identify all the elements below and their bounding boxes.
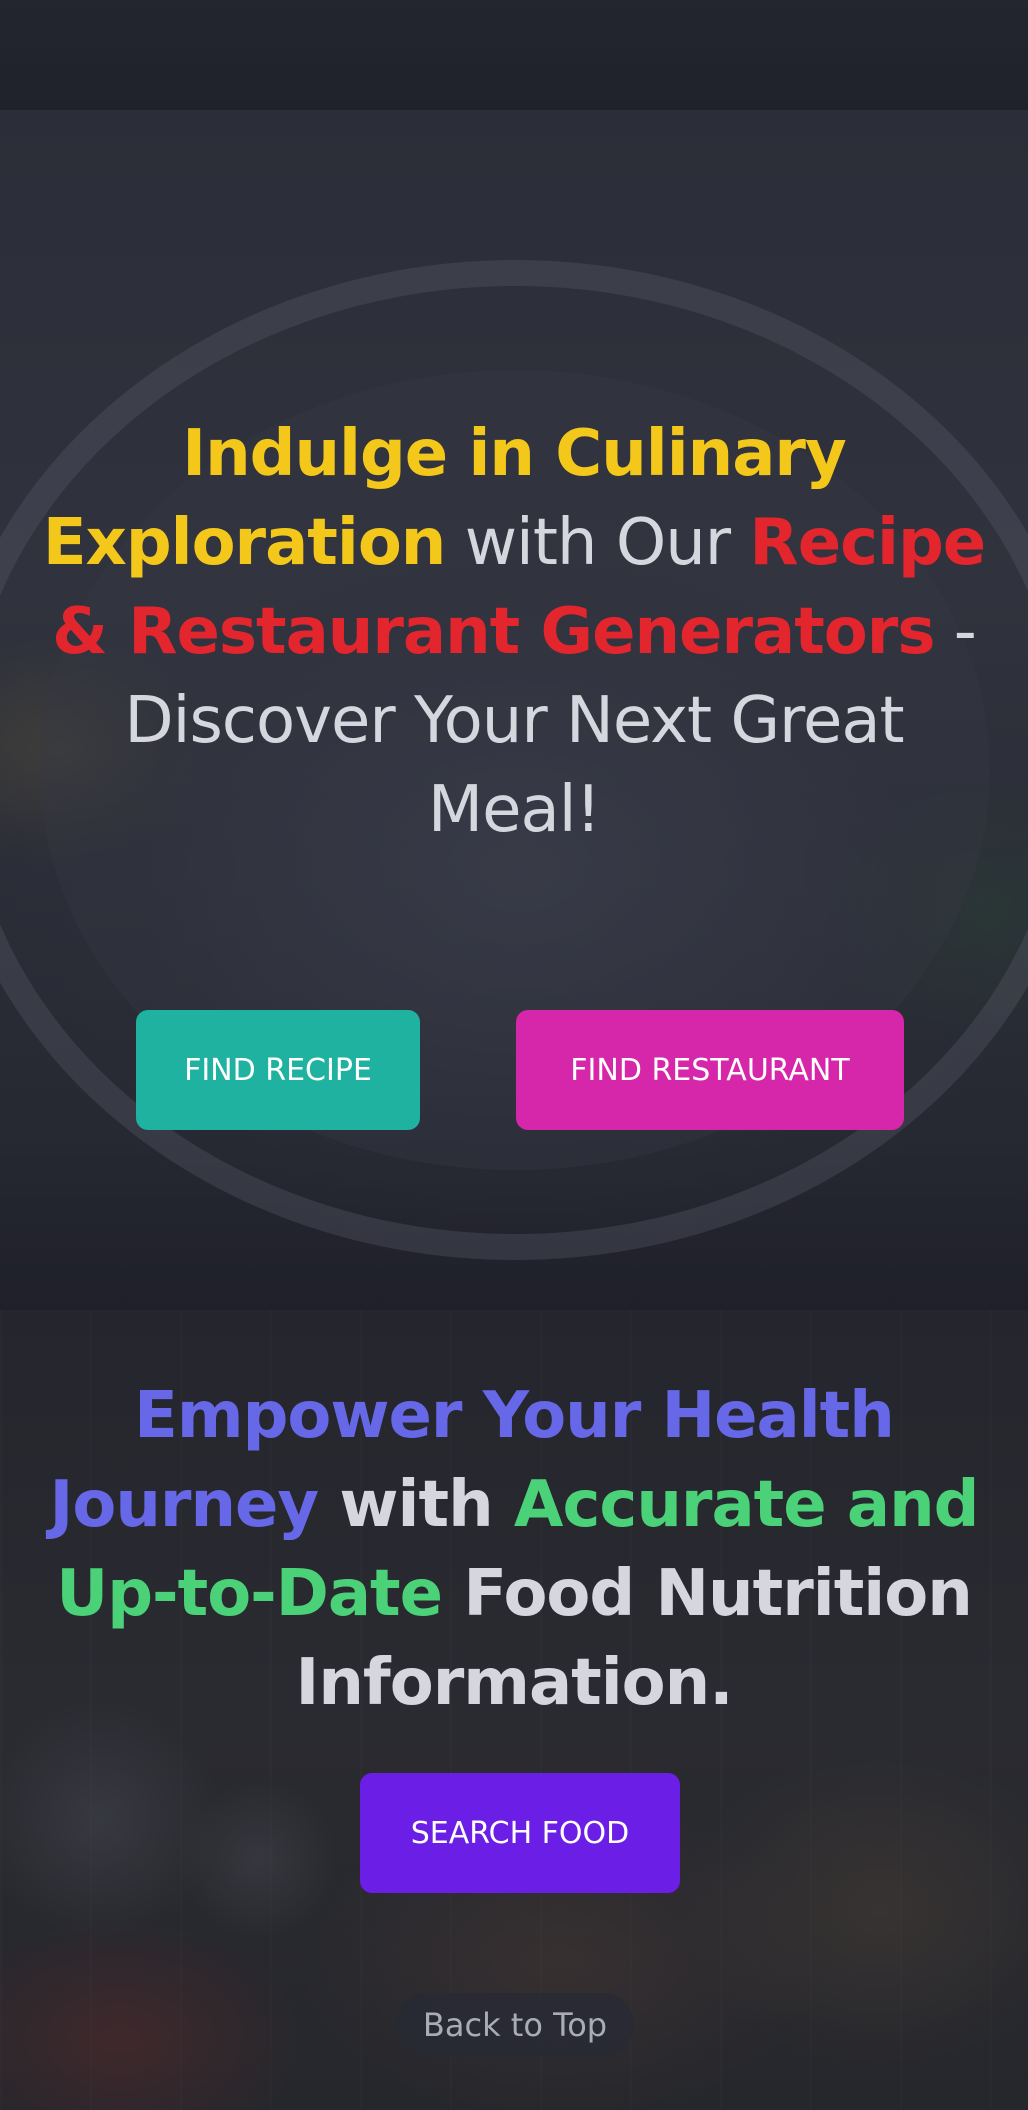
find-restaurant-button[interactable]: FIND RESTAURANT xyxy=(516,1010,904,1130)
hero-section: Indulge in Culinary Exploration with Our… xyxy=(0,110,1028,1310)
hero-buttons: FIND RECIPE FIND RESTAURANT xyxy=(0,1010,1028,1130)
nutrition-title-text: with xyxy=(318,1468,514,1542)
hero-title: Indulge in Culinary Exploration with Our… xyxy=(0,410,1028,855)
back-to-top-link[interactable]: Back to Top xyxy=(396,1993,634,2057)
find-recipe-button[interactable]: FIND RECIPE xyxy=(136,1010,420,1130)
hero-title-text: with Our xyxy=(445,506,750,580)
search-food-button[interactable]: SEARCH FOOD xyxy=(360,1773,680,1893)
nutrition-title: Empower Your Health Journey with Accurat… xyxy=(0,1372,1028,1728)
top-header-bar xyxy=(0,0,1028,110)
nutrition-section: Empower Your Health Journey with Accurat… xyxy=(0,1310,1028,2110)
hero-content: Indulge in Culinary Exploration with Our… xyxy=(0,410,1028,855)
